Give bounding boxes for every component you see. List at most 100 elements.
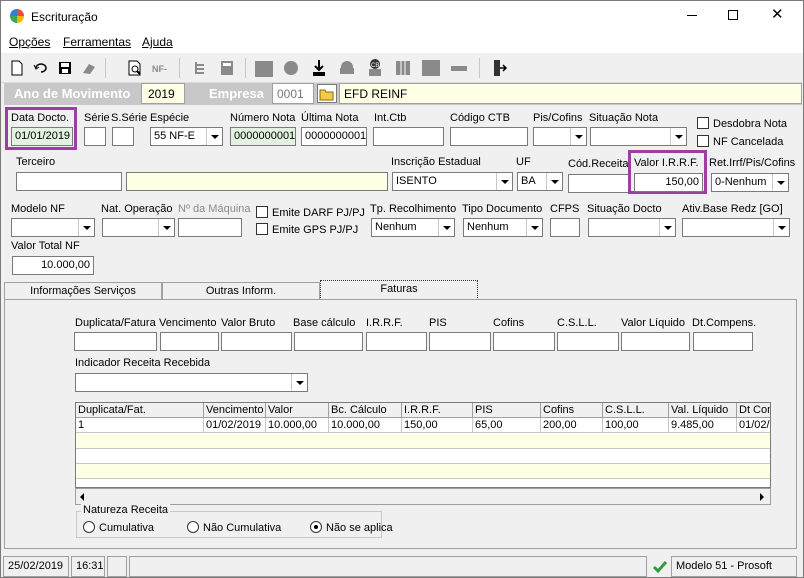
grid-header[interactable]: I.R.R.F. <box>402 403 473 418</box>
scroll-left-icon[interactable] <box>80 493 84 501</box>
serie-field[interactable] <box>84 127 106 146</box>
grid-cell[interactable]: 10.000,00 <box>266 418 329 433</box>
emite-darf-checkbox[interactable] <box>256 206 268 218</box>
preview-icon[interactable] <box>125 58 145 78</box>
data-docto-field[interactable]: 01/01/2019 <box>11 127 73 146</box>
empresa-code-field[interactable]: 0001 <box>272 83 314 104</box>
chevron-down-icon[interactable] <box>773 219 789 236</box>
situacao-docto-select[interactable] <box>588 218 676 237</box>
tp-recolhimento-select[interactable]: Nenhum <box>371 218 455 237</box>
valor-liquido-field[interactable] <box>621 332 690 351</box>
tab-informacoes-servicos[interactable]: Informações Serviços <box>4 282 162 300</box>
base-calculo-field[interactable] <box>294 332 363 351</box>
grid-header[interactable]: Duplicata/Fat. <box>76 403 204 418</box>
scroll-thumb[interactable] <box>93 490 693 503</box>
pis-field[interactable] <box>429 332 491 351</box>
minimize-icon[interactable] <box>687 15 697 16</box>
nf-cancelada-checkbox[interactable] <box>697 135 709 147</box>
scroll-right-icon[interactable] <box>760 493 764 501</box>
save-icon[interactable] <box>55 58 75 78</box>
chevron-down-icon[interactable] <box>670 128 686 145</box>
terceiro-code-field[interactable] <box>16 172 122 191</box>
horizontal-scrollbar[interactable] <box>75 488 771 505</box>
int-ctb-field[interactable] <box>373 127 444 146</box>
grid-cell[interactable]: 01/02/ <box>737 418 770 433</box>
grid-cell[interactable]: 200,00 <box>541 418 603 433</box>
grid-cell[interactable]: 100,00 <box>603 418 669 433</box>
uf-select[interactable]: BA <box>517 172 563 191</box>
sserie-field[interactable] <box>112 127 134 146</box>
chevron-down-icon[interactable] <box>659 219 675 236</box>
num-maquina-field[interactable] <box>178 218 242 237</box>
grid-header[interactable]: Cofins <box>541 403 603 418</box>
tipo-documento-select[interactable]: Nenhum <box>463 218 543 237</box>
chevron-down-icon[interactable] <box>438 219 454 236</box>
grid-header[interactable]: Val. Líquido <box>669 403 737 418</box>
menu-opcoes[interactable]: Opções <box>9 35 50 49</box>
exit-icon[interactable] <box>489 58 509 78</box>
chevron-down-icon[interactable] <box>496 173 512 190</box>
ano-field[interactable]: 2019 <box>141 83 185 104</box>
cofins-field[interactable] <box>493 332 555 351</box>
gear-icon[interactable] <box>281 58 301 78</box>
new-document-icon[interactable] <box>7 58 27 78</box>
chevron-down-icon[interactable] <box>570 128 586 145</box>
eraser-icon[interactable] <box>79 58 99 78</box>
minus-icon[interactable] <box>449 58 469 78</box>
grid-header[interactable]: Vencimento <box>204 403 266 418</box>
close-icon[interactable]: ✕ <box>771 7 784 22</box>
modelo-nf-select[interactable] <box>11 218 95 237</box>
grid-icon[interactable] <box>422 60 440 76</box>
chevron-down-icon[interactable] <box>546 173 562 190</box>
cb-icon[interactable]: CB <box>365 58 385 78</box>
situacao-nota-select[interactable] <box>590 127 687 146</box>
vencimento-field[interactable] <box>160 332 219 351</box>
grid-cell[interactable]: 9.485,00 <box>669 418 737 433</box>
ativ-base-select[interactable] <box>682 218 790 237</box>
cod-receita-field[interactable] <box>568 174 630 193</box>
valor-total-field[interactable]: 10.000,00 <box>12 256 94 275</box>
pis-cofins-select[interactable] <box>533 127 587 146</box>
desdobra-nota-checkbox[interactable] <box>697 117 709 129</box>
especie-select[interactable]: 55 NF-E <box>150 127 223 146</box>
grid-header[interactable]: Bc. Cálculo <box>329 403 402 418</box>
ultima-nota-field[interactable]: 0000000001 <box>301 127 367 146</box>
grid-cell[interactable]: 10.000,00 <box>329 418 402 433</box>
codigo-ctb-field[interactable] <box>450 127 528 146</box>
chevron-down-icon[interactable] <box>291 374 307 391</box>
cloud-icon[interactable] <box>337 58 357 78</box>
nao-cumulativa-radio[interactable] <box>187 521 199 533</box>
dt-compens-field[interactable] <box>693 332 753 351</box>
grid-cell[interactable]: 01/02/2019 <box>204 418 266 433</box>
cfps-field[interactable] <box>550 218 580 237</box>
grid-cell[interactable]: 150,00 <box>402 418 473 433</box>
download-icon[interactable] <box>309 58 329 78</box>
chevron-down-icon[interactable] <box>526 219 542 236</box>
cumulativa-radio[interactable] <box>83 521 95 533</box>
folder-icon[interactable] <box>255 61 273 77</box>
columns-icon[interactable] <box>393 58 413 78</box>
emite-gps-checkbox[interactable] <box>256 223 268 235</box>
calculator-icon[interactable] <box>217 58 237 78</box>
chevron-down-icon[interactable] <box>158 219 174 236</box>
inscricao-select[interactable]: ISENTO <box>392 172 513 191</box>
nfe-icon[interactable]: NF- <box>151 58 171 78</box>
undo-icon[interactable] <box>31 58 51 78</box>
grid-header[interactable]: Valor <box>266 403 329 418</box>
valor-irrf-field[interactable]: 150,00 <box>634 173 703 192</box>
grid-cell[interactable]: 1 <box>76 418 204 433</box>
grid-header[interactable]: PIS <box>473 403 541 418</box>
chevron-down-icon[interactable] <box>78 219 94 236</box>
csll-field[interactable] <box>557 332 619 351</box>
chevron-down-icon[interactable] <box>772 174 788 191</box>
nao-se-aplica-radio[interactable] <box>310 521 322 533</box>
ret-irrf-select[interactable]: 0-Nenhum <box>711 173 789 192</box>
indicador-select[interactable] <box>75 373 308 392</box>
grid-header[interactable]: C.S.L.L. <box>603 403 669 418</box>
duplicata-fatura-field[interactable] <box>74 332 157 351</box>
menu-ajuda[interactable]: Ajuda <box>142 35 173 49</box>
nat-operacao-select[interactable] <box>102 218 175 237</box>
grid-header[interactable]: Dt Com <box>737 403 770 418</box>
irrf-field[interactable] <box>366 332 427 351</box>
grid-cell[interactable]: 65,00 <box>473 418 541 433</box>
